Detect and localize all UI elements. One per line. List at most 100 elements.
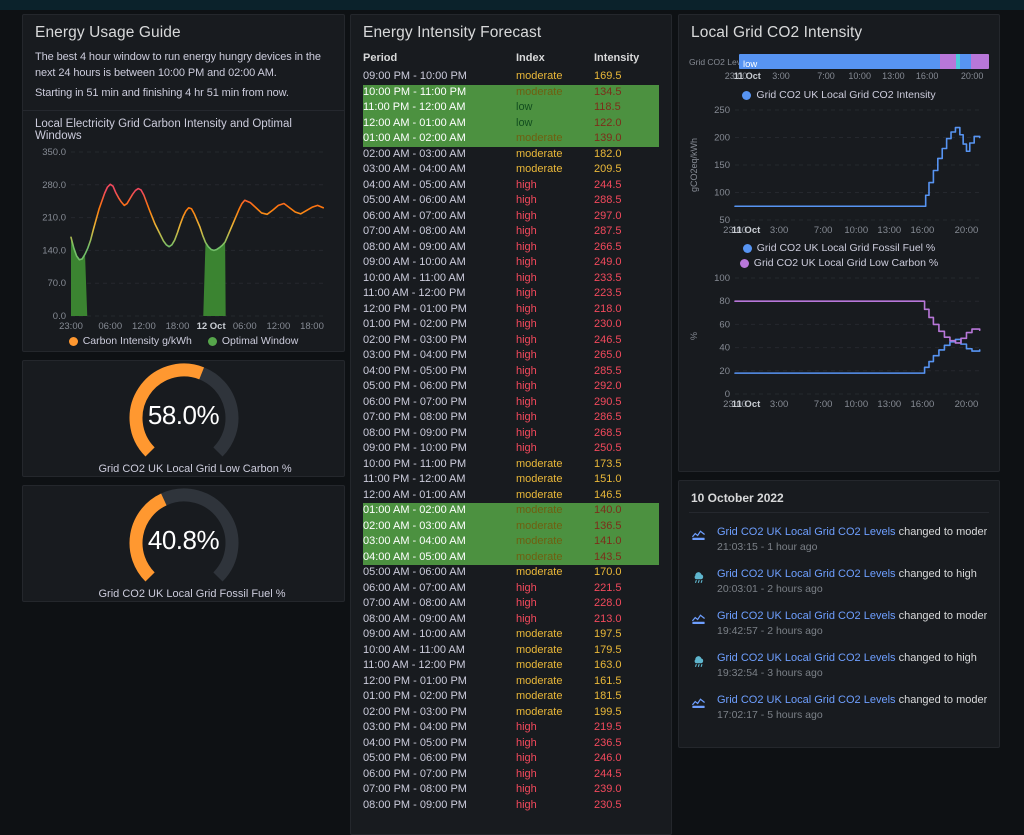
annotation-link[interactable]: Grid CO2 UK Local Grid CO2 Levels — [717, 568, 896, 580]
annotation-link[interactable]: Grid CO2 UK Local Grid CO2 Levels — [717, 610, 896, 622]
cell-index: moderate — [516, 674, 594, 690]
svg-text:11 Oct: 11 Oct — [732, 399, 761, 410]
cell-intensity: 236.5 — [594, 736, 659, 752]
cell-index: moderate — [516, 69, 594, 85]
annotation-time: 21:03:15 - 1 hour ago — [717, 540, 987, 555]
fuel-mix-chart[interactable]: 02040608010023:0011 Oct3:007:0010:0013:0… — [687, 272, 991, 410]
cell-period: 12:00 PM - 01:00 PM — [363, 674, 516, 690]
annotation-chart-icon — [691, 525, 709, 555]
table-row: 12:00 PM - 01:00 PMmoderate161.5 — [363, 674, 659, 690]
cell-period: 06:00 AM - 07:00 AM — [363, 581, 516, 597]
column-header-index[interactable]: Index — [516, 52, 594, 64]
table-row: 11:00 PM - 12:00 AMlow118.5 — [363, 100, 659, 116]
cell-period: 02:00 AM - 03:00 AM — [363, 147, 516, 163]
panel-title-co2-intensity[interactable]: Local Grid CO2 Intensity — [679, 15, 999, 46]
cell-period: 07:00 PM - 08:00 PM — [363, 410, 516, 426]
carbon-chart-legend: Carbon Intensity g/kWh Optimal Window — [23, 334, 344, 349]
legend-item[interactable]: Carbon Intensity g/kWh — [69, 334, 192, 349]
timeline-segment-moderate[interactable] — [940, 54, 956, 69]
table-row: 08:00 PM - 09:00 PMhigh268.5 — [363, 426, 659, 442]
legend-item[interactable]: Optimal Window — [208, 334, 298, 349]
timeline-tick: 3:00 — [772, 71, 790, 81]
svg-text:20:00: 20:00 — [955, 399, 979, 410]
cell-period: 08:00 AM - 09:00 AM — [363, 612, 516, 628]
cell-intensity: 181.5 — [594, 689, 659, 705]
carbon-intensity-chart[interactable]: 0.070.0140.0210.0280.0350.023:0006:0012:… — [33, 146, 334, 332]
cell-index: moderate — [516, 488, 594, 504]
annotation-link[interactable]: Grid CO2 UK Local Grid CO2 Levels — [717, 526, 896, 538]
cell-intensity: 266.5 — [594, 240, 659, 256]
cell-index: high — [516, 581, 594, 597]
state-timeline-bar[interactable]: low — [739, 54, 989, 69]
table-row: 12:00 PM - 01:00 PMhigh218.0 — [363, 302, 659, 318]
cell-period: 04:00 AM - 05:00 AM — [363, 550, 516, 566]
table-row: 07:00 PM - 08:00 PMhigh239.0 — [363, 782, 659, 798]
cell-index: high — [516, 751, 594, 767]
cell-period: 10:00 PM - 11:00 PM — [363, 457, 516, 473]
legend-item[interactable]: Grid CO2 UK Local Grid Low Carbon % — [740, 256, 938, 271]
cell-period: 12:00 AM - 01:00 AM — [363, 116, 516, 132]
cell-period: 01:00 PM - 02:00 PM — [363, 317, 516, 333]
co2-intensity-chart[interactable]: 5010015020025023:0011 Oct3:007:0010:0013… — [687, 104, 991, 236]
cell-intensity: 250.5 — [594, 441, 659, 457]
cell-period: 03:00 AM - 04:00 AM — [363, 162, 516, 178]
forecast-table-header: Period Index Intensity — [351, 46, 671, 69]
cell-intensity: 213.0 — [594, 612, 659, 628]
annotation-link[interactable]: Grid CO2 UK Local Grid CO2 Levels — [717, 652, 896, 664]
cell-index: moderate — [516, 85, 594, 101]
timeline-segment-low[interactable]: low — [739, 54, 940, 69]
timeline-tick: 7:00 — [817, 71, 835, 81]
column-header-intensity[interactable]: Intensity — [594, 52, 659, 64]
svg-text:150: 150 — [714, 160, 730, 171]
cell-index: high — [516, 178, 594, 194]
panel-local-grid-co2-intensity: Local Grid CO2 Intensity Grid CO2 Levels… — [678, 14, 1000, 472]
cell-period: 09:00 PM - 10:00 PM — [363, 69, 516, 85]
table-row: 11:00 AM - 12:00 PMmoderate163.0 — [363, 658, 659, 674]
table-row: 11:00 AM - 12:00 PMhigh223.5 — [363, 286, 659, 302]
annotation-link[interactable]: Grid CO2 UK Local Grid CO2 Levels — [717, 694, 896, 706]
cell-index: high — [516, 224, 594, 240]
annotation-change: changed to high — [899, 568, 977, 580]
table-row: 01:00 AM - 02:00 AMmoderate139.0 — [363, 131, 659, 147]
table-row: 09:00 PM - 10:00 PMhigh250.5 — [363, 441, 659, 457]
legend-label: Grid CO2 UK Local Grid Fossil Fuel % — [757, 241, 936, 256]
svg-text:12:00: 12:00 — [266, 321, 290, 332]
cell-index: low — [516, 116, 594, 132]
timeline-tick: 13:00 — [882, 71, 905, 81]
cell-index: high — [516, 286, 594, 302]
annotations-list: Grid CO2 UK Local Grid CO2 Levels change… — [679, 513, 999, 735]
column-header-period[interactable]: Period — [363, 52, 516, 64]
fuel-mix-plot: 02040608010023:0011 Oct3:007:0010:0013:0… — [687, 272, 991, 410]
cell-period: 04:00 PM - 05:00 PM — [363, 364, 516, 380]
table-row: 08:00 AM - 09:00 AMhigh266.5 — [363, 240, 659, 256]
legend-item[interactable]: Grid CO2 UK Local Grid CO2 Intensity — [742, 88, 935, 103]
table-row: 02:00 AM - 03:00 AMmoderate182.0 — [363, 147, 659, 163]
timeline-tick: 16:00 — [916, 71, 939, 81]
panel-title-energy-usage-guide[interactable]: Energy Usage Guide — [23, 15, 344, 46]
timeline-axis: 23:0011 Oct3:007:0010:0013:0016:0020:00 — [736, 70, 989, 83]
cell-period: 05:00 AM - 06:00 AM — [363, 193, 516, 209]
cell-period: 06:00 AM - 07:00 AM — [363, 209, 516, 225]
svg-text:10:00: 10:00 — [844, 399, 868, 410]
cell-intensity: 246.5 — [594, 333, 659, 349]
cell-intensity: 170.0 — [594, 565, 659, 581]
cell-index: high — [516, 612, 594, 628]
legend-item[interactable]: Grid CO2 UK Local Grid Fossil Fuel % — [743, 241, 936, 256]
table-row: 10:00 AM - 11:00 AMmoderate179.5 — [363, 643, 659, 659]
cell-intensity: 182.0 — [594, 147, 659, 163]
timeline-segment-moderate[interactable] — [971, 54, 989, 69]
timeline-segment-low[interactable] — [960, 54, 971, 69]
panel-title-forecast[interactable]: Energy Intensity Forecast — [351, 15, 671, 46]
legend-color-dot — [743, 244, 752, 253]
cell-index: moderate — [516, 147, 594, 163]
cell-period: 01:00 AM - 02:00 AM — [363, 131, 516, 147]
forecast-table-body: 09:00 PM - 10:00 PMmoderate169.510:00 PM… — [351, 69, 671, 813]
svg-text:100: 100 — [714, 273, 730, 284]
cell-index: high — [516, 426, 594, 442]
legend-color-dot — [208, 337, 217, 346]
cell-period: 03:00 AM - 04:00 AM — [363, 534, 516, 550]
cell-period: 11:00 AM - 12:00 PM — [363, 658, 516, 674]
cell-intensity: 140.0 — [594, 503, 659, 519]
cell-index: high — [516, 782, 594, 798]
cell-intensity: 287.5 — [594, 224, 659, 240]
